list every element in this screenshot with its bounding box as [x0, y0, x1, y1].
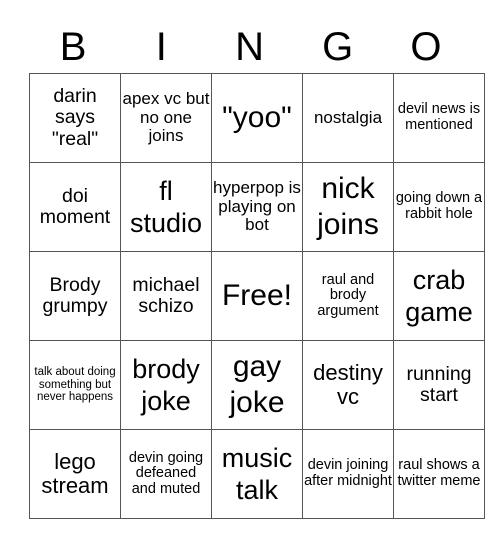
grid-row: Brody grumpy michael schizo Free! raul a…	[29, 251, 485, 341]
bingo-cell[interactable]: lego stream	[29, 429, 121, 519]
bingo-cell[interactable]: michael schizo	[120, 251, 212, 341]
bingo-cell[interactable]: gay joke	[211, 340, 303, 430]
bingo-cell[interactable]: Brody grumpy	[29, 251, 121, 341]
bingo-cell[interactable]: devil news is mentioned	[393, 73, 485, 163]
grid-row: lego stream devin going defeaned and mut…	[29, 429, 485, 519]
bingo-cell[interactable]: devin going defeaned and muted	[120, 429, 212, 519]
bingo-cell[interactable]: apex vc but no one joins	[120, 73, 212, 163]
header-letter-o: O	[410, 25, 442, 69]
bingo-cell[interactable]: going down a rabbit hole	[393, 162, 485, 252]
bingo-cell[interactable]: nostalgia	[302, 73, 394, 163]
bingo-cell[interactable]: nick joins	[302, 162, 394, 252]
bingo-header: B I N G O	[29, 22, 470, 72]
header-letter-b: B	[59, 25, 87, 69]
header-letter-g: G	[322, 25, 354, 69]
header-letter-i: I	[155, 25, 167, 69]
bingo-cell[interactable]: darin says "real"	[29, 73, 121, 163]
bingo-cell[interactable]: fl studio	[120, 162, 212, 252]
bingo-grid: darin says "real" apex vc but no one joi…	[29, 73, 485, 519]
bingo-cell[interactable]: destiny vc	[302, 340, 394, 430]
bingo-cell[interactable]: doi moment	[29, 162, 121, 252]
grid-row: talk about doing something but never hap…	[29, 340, 485, 430]
bingo-cell[interactable]: devin joining after midnight	[302, 429, 394, 519]
bingo-cell[interactable]: hyperpop is playing on bot	[211, 162, 303, 252]
bingo-cell[interactable]: talk about doing something but never hap…	[29, 340, 121, 430]
bingo-cell[interactable]: raul and brody argument	[302, 251, 394, 341]
bingo-cell[interactable]: "yoo"	[211, 73, 303, 163]
grid-row: darin says "real" apex vc but no one joi…	[29, 73, 485, 163]
grid-row: doi moment fl studio hyperpop is playing…	[29, 162, 485, 252]
bingo-cell[interactable]: brody joke	[120, 340, 212, 430]
bingo-cell-free[interactable]: Free!	[211, 251, 303, 341]
bingo-cell[interactable]: raul shows a twitter meme	[393, 429, 485, 519]
bingo-cell[interactable]: crab game	[393, 251, 485, 341]
bingo-cell[interactable]: running start	[393, 340, 485, 430]
header-letter-n: N	[235, 25, 264, 69]
bingo-cell[interactable]: music talk	[211, 429, 303, 519]
